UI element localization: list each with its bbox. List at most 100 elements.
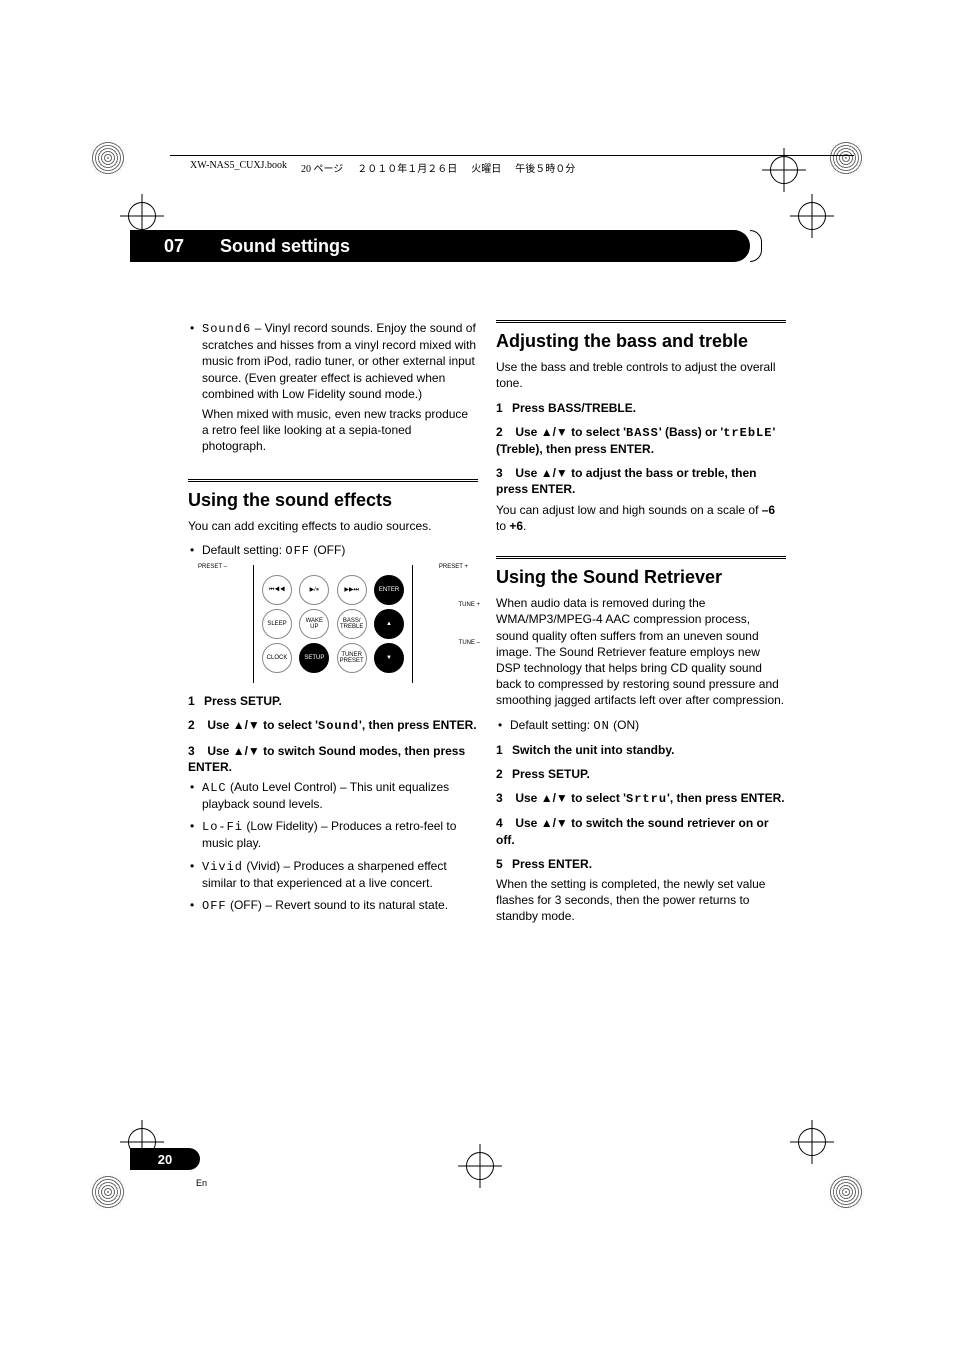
mode-vivid: Vivid (Vivid) – Produces a sharpened eff… — [202, 858, 478, 891]
ret-s3b: to select ' — [568, 791, 626, 805]
arrows-3: ▲/▼ — [233, 744, 260, 758]
effects-default: Default setting: OFF (OFF) — [202, 542, 478, 559]
label-tune-minus: TUNE – — [459, 639, 480, 647]
effects-intro: You can add exciting effects to audio so… — [188, 518, 478, 534]
eff-s3a: Use — [207, 744, 232, 758]
page-lang: En — [196, 1178, 207, 1188]
ret-s3c: ', then press ENTER. — [667, 791, 785, 805]
arrows-r3: ▲/▼ — [541, 791, 568, 805]
ret-step4: 4 Use ▲/▼ to switch the sound retriever … — [496, 815, 786, 847]
alc-seg: ALC — [202, 781, 227, 795]
bass-s2seg: BASS — [626, 426, 659, 440]
ret-s1: Switch the unit into standby. — [512, 743, 674, 757]
btn-tuner: TUNER PRESET — [337, 643, 367, 673]
effects-default-label: Default setting: — [202, 543, 285, 557]
left-column: Sound6 – Vinyl record sounds. Enjoy the … — [188, 320, 478, 920]
header-date-jp: ２０１０年１月２６日 — [357, 160, 457, 175]
btn-prev: ⏮◀◀ — [262, 575, 292, 605]
mode-alc: ALC (Auto Level Control) – This unit equ… — [202, 779, 478, 812]
retriever-default: Default setting: ON (ON) — [510, 717, 786, 734]
eff-s2b: to select ' — [260, 718, 318, 732]
bass-mid: to — [496, 519, 509, 533]
bass-hi: +6 — [509, 519, 523, 533]
header-weekday: 火曜日 — [471, 160, 501, 175]
sound6-desc2: When mixed with music, even new tracks p… — [202, 407, 468, 453]
chapter-bar: 07 Sound settings — [130, 230, 750, 262]
retriever-intro: When audio data is removed during the WM… — [496, 595, 786, 708]
ret-step3: 3 Use ▲/▼ to select 'Srtru', then press … — [496, 790, 786, 807]
btn-next: ▶▶⏭ — [337, 575, 367, 605]
header-file: XW-NAS5_CUXJ.book — [190, 160, 287, 175]
header-time: 午後５時０分 — [515, 160, 575, 175]
btn-sleep: SLEEP — [262, 609, 292, 639]
effects-default-paren: (OFF) — [313, 543, 345, 557]
bass-s3a: Use — [515, 466, 540, 480]
eff-step1-txt: Press SETUP. — [204, 694, 282, 708]
off-txt: (OFF) – Revert sound to its natural stat… — [227, 898, 448, 912]
ret-def-seg: ON — [593, 719, 609, 733]
page-number-pill: 20 — [130, 1148, 200, 1170]
header-meta: XW-NAS5_CUXJ.book 20 ページ ２０１０年１月２６日 火曜日 … — [190, 160, 844, 175]
btn-setup: SETUP — [299, 643, 329, 673]
eff-step2: 2 Use ▲/▼ to select 'Sound', then press … — [188, 717, 478, 734]
retriever-heading: Using the Sound Retriever — [496, 565, 786, 589]
reg-cross-tr — [790, 194, 834, 238]
btn-wake: WAKE UP — [299, 609, 329, 639]
arrows-b2: ▲/▼ — [541, 425, 568, 439]
ret-step2: 2Press SETUP. — [496, 766, 786, 782]
header-rule — [170, 155, 854, 156]
chapter-bracket — [750, 230, 762, 262]
remote-diagram: PRESET – PRESET + TUNE + TUNE – ⏮◀◀ ▶/⏸ … — [188, 565, 478, 683]
bass-s2a: Use — [515, 425, 540, 439]
sound6-seg: Sound6 — [202, 322, 251, 336]
effects-default-seg: OFF — [285, 544, 310, 558]
ret-s5: Press ENTER. — [512, 857, 592, 871]
eff-s2c: ', then press ENTER. — [359, 718, 477, 732]
btn-clock: CLOCK — [262, 643, 292, 673]
bass-s1: Press BASS/TREBLE. — [512, 401, 636, 415]
ret-step5: 5Press ENTER. — [496, 856, 786, 872]
retriever-outro: When the setting is completed, the newly… — [496, 876, 786, 925]
ret-s3seg: Srtru — [626, 792, 667, 806]
arrows-2: ▲/▼ — [233, 718, 260, 732]
bass-intro: Use the bass and treble controls to adju… — [496, 359, 786, 391]
chapter-title: Sound settings — [184, 236, 350, 257]
header-page-jp: 20 ページ — [301, 160, 343, 175]
retriever-rule — [496, 556, 786, 559]
eff-s2seg: Sound — [318, 719, 359, 733]
vivid-seg: Vivid — [202, 860, 243, 874]
arrows-r4: ▲/▼ — [541, 816, 568, 830]
alc-txt: (Auto Level Control) – This unit equaliz… — [202, 780, 449, 811]
lofi-seg: Lo-Fi — [202, 820, 243, 834]
arrows-b3: ▲/▼ — [541, 466, 568, 480]
off-seg: OFF — [202, 899, 227, 913]
section-rule — [188, 479, 478, 482]
label-preset-minus: PRESET – — [198, 563, 227, 571]
eff-step1: 1Press SETUP. — [188, 693, 478, 709]
ret-def-paren: (ON) — [613, 718, 639, 732]
ret-step1: 1Switch the unit into standby. — [496, 742, 786, 758]
ret-s2: Press SETUP. — [512, 767, 590, 781]
reg-mark-tl — [90, 140, 126, 176]
bass-end: . — [523, 519, 526, 533]
chapter-number: 07 — [130, 236, 184, 257]
eff-step3: 3 Use ▲/▼ to switch Sound modes, then pr… — [188, 743, 478, 775]
bass-heading: Adjusting the bass and treble — [496, 329, 786, 353]
bass-s2c: ' (Bass) or ' — [659, 425, 723, 439]
sound6-item: Sound6 – Vinyl record sounds. Enjoy the … — [202, 320, 478, 455]
bass-s2b: to select ' — [568, 425, 626, 439]
bass-note1: You can adjust low and high sounds on a … — [496, 503, 762, 517]
bass-s2seg2: trEbLE — [723, 426, 772, 440]
effects-heading: Using the sound effects — [188, 488, 478, 512]
right-column: Adjusting the bass and treble Use the ba… — [496, 320, 786, 932]
reg-cross-br — [790, 1120, 834, 1164]
btn-play: ▶/⏸ — [299, 575, 329, 605]
reg-mark-br — [828, 1174, 864, 1210]
ret-s3a: Use — [515, 791, 540, 805]
btn-down: ▼ — [374, 643, 404, 673]
bass-step1: 1Press BASS/TREBLE. — [496, 400, 786, 416]
btn-enter: ENTER — [374, 575, 404, 605]
bass-step2: 2 Use ▲/▼ to select 'BASS' (Bass) or 'tr… — [496, 424, 786, 457]
btn-bass: BASS/ TREBLE — [337, 609, 367, 639]
label-tune-plus: TUNE + — [458, 601, 480, 609]
